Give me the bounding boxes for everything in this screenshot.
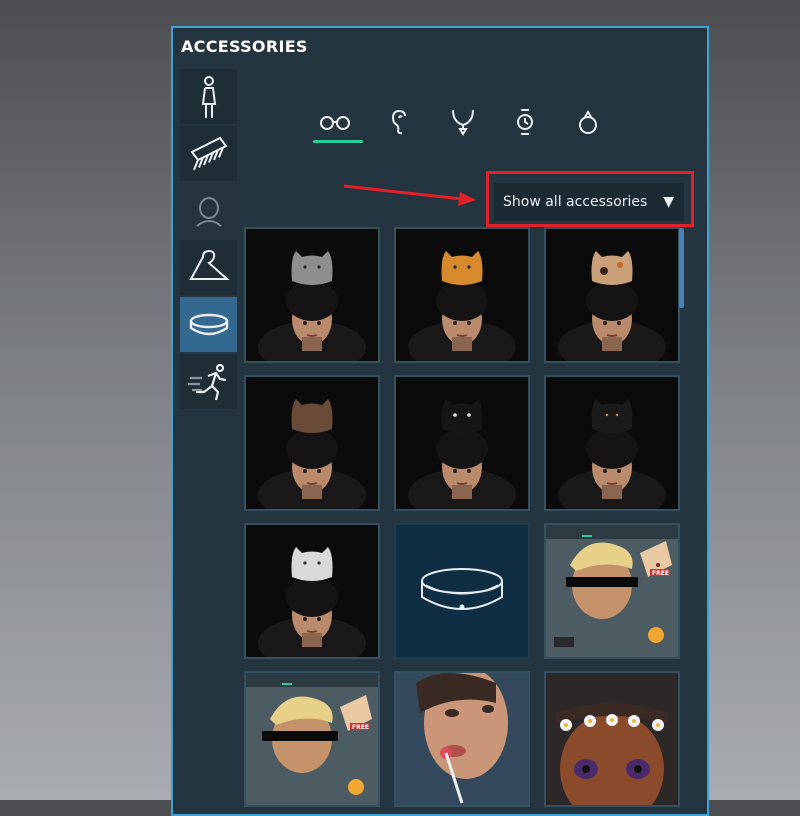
annotation-arrow [343,184,476,206]
